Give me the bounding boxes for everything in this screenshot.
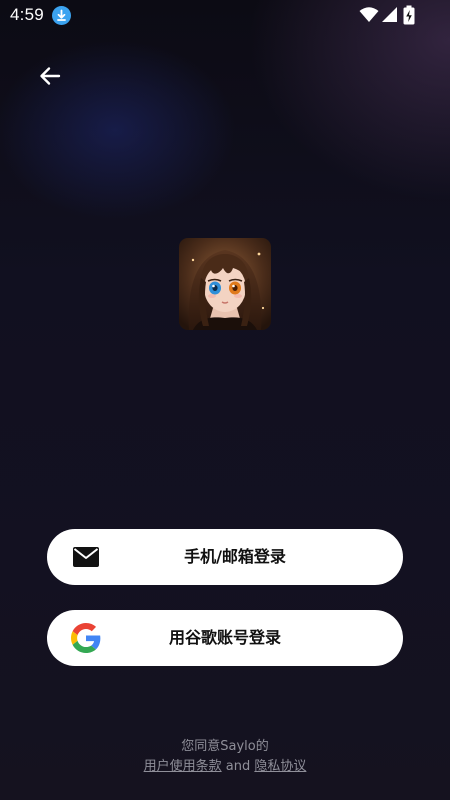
wifi-icon bbox=[359, 6, 379, 28]
download-icon bbox=[52, 6, 71, 25]
terms-link[interactable]: 用户使用条款 bbox=[144, 759, 222, 774]
character-avatar bbox=[179, 238, 271, 330]
privacy-link[interactable]: 隐私协议 bbox=[254, 759, 306, 774]
status-bar: 4:59 bbox=[0, 0, 450, 32]
status-time: 4:59 bbox=[10, 5, 44, 24]
agreement-and: and bbox=[225, 759, 251, 774]
battery-charging-icon bbox=[403, 5, 415, 29]
signal-icon bbox=[381, 6, 398, 27]
arrow-left-icon bbox=[40, 67, 61, 85]
google-login-button[interactable]: 用谷歌账号登录 bbox=[47, 610, 403, 666]
google-login-label: 用谷歌账号登录 bbox=[168, 628, 281, 647]
agreement-line1: 您同意Saylo的 bbox=[181, 739, 269, 754]
avatar bbox=[179, 238, 271, 330]
back-button[interactable] bbox=[32, 58, 68, 94]
agreement-line2: 用户使用条款 and 隐私协议 bbox=[0, 757, 450, 777]
phone-email-login-button[interactable]: 手机/邮箱登录 bbox=[47, 529, 403, 585]
agreement-text: 您同意Saylo的 用户使用条款 and 隐私协议 bbox=[0, 737, 450, 777]
phone-email-login-label: 手机/邮箱登录 bbox=[184, 547, 286, 566]
